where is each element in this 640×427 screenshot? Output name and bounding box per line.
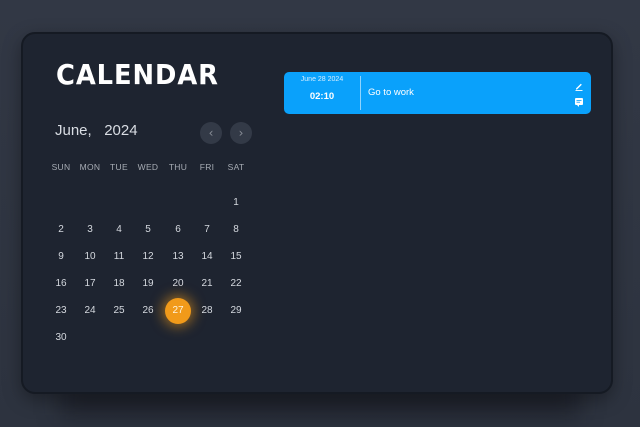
calendar-day[interactable]: 2: [47, 220, 75, 240]
year-label: 2024: [104, 122, 138, 139]
weekday-label: WED: [137, 162, 159, 172]
calendar-day[interactable]: 1: [222, 193, 250, 213]
note-icon[interactable]: [574, 97, 584, 107]
event-date: June 28 2024: [300, 76, 344, 83]
weekday-label: SAT: [227, 162, 245, 172]
calendar-day[interactable]: 17: [76, 274, 104, 294]
page-title: CALENDAR: [56, 58, 219, 91]
calendar-day[interactable]: 12: [134, 247, 162, 267]
month-year-label: June, 2024: [55, 122, 138, 139]
calendar-day[interactable]: 6: [164, 220, 192, 240]
calendar-day[interactable]: 16: [47, 274, 75, 294]
calendar-card: CALENDAR June, 2024 ‹ › SUN MON TUE WED …: [21, 32, 613, 394]
page-background: CALENDAR June, 2024 ‹ › SUN MON TUE WED …: [0, 0, 640, 427]
weekday-label: MON: [79, 162, 101, 172]
calendar-day[interactable]: 10: [76, 247, 104, 267]
calendar-day[interactable]: 13: [164, 247, 192, 267]
next-month-button[interactable]: ›: [230, 122, 252, 144]
calendar-day[interactable]: 28: [193, 301, 221, 321]
calendar-day[interactable]: 30: [47, 328, 75, 348]
calendar-day[interactable]: 23: [47, 301, 75, 321]
calendar-day[interactable]: 4: [105, 220, 133, 240]
calendar-day[interactable]: 9: [47, 247, 75, 267]
calendar-day[interactable]: 8: [222, 220, 250, 240]
weekday-label: SUN: [51, 162, 71, 172]
calendar-day[interactable]: 11: [105, 247, 133, 267]
calendar-day[interactable]: 14: [193, 247, 221, 267]
event-time: 02:10: [309, 91, 335, 102]
calendar-day[interactable]: 19: [134, 274, 162, 294]
event-card[interactable]: June 28 2024 02:10 Go to work: [284, 72, 591, 114]
calendar-day[interactable]: 3: [76, 220, 104, 240]
weekday-label: FRI: [199, 162, 215, 172]
chevron-left-icon: ‹: [208, 126, 214, 140]
event-divider: [360, 76, 361, 110]
calendar-day[interactable]: 22: [222, 274, 250, 294]
calendar-day[interactable]: 26: [134, 301, 162, 321]
month-label: June,: [55, 122, 92, 139]
calendar-day[interactable]: 20: [164, 274, 192, 294]
weekday-label: THU: [168, 162, 188, 172]
weekday-label: TUE: [110, 162, 128, 172]
edit-icon[interactable]: [574, 81, 584, 91]
prev-month-button[interactable]: ‹: [200, 122, 222, 144]
calendar-day[interactable]: 21: [193, 274, 221, 294]
calendar-day[interactable]: 25: [105, 301, 133, 321]
calendar-day-selected[interactable]: 27: [165, 298, 191, 324]
calendar-day[interactable]: 7: [193, 220, 221, 240]
event-title: Go to work: [368, 87, 414, 98]
calendar-day[interactable]: 18: [105, 274, 133, 294]
calendar-day[interactable]: 24: [76, 301, 104, 321]
chevron-right-icon: ›: [238, 126, 244, 140]
calendar-day[interactable]: 29: [222, 301, 250, 321]
calendar-day[interactable]: 15: [222, 247, 250, 267]
calendar-day[interactable]: 5: [134, 220, 162, 240]
